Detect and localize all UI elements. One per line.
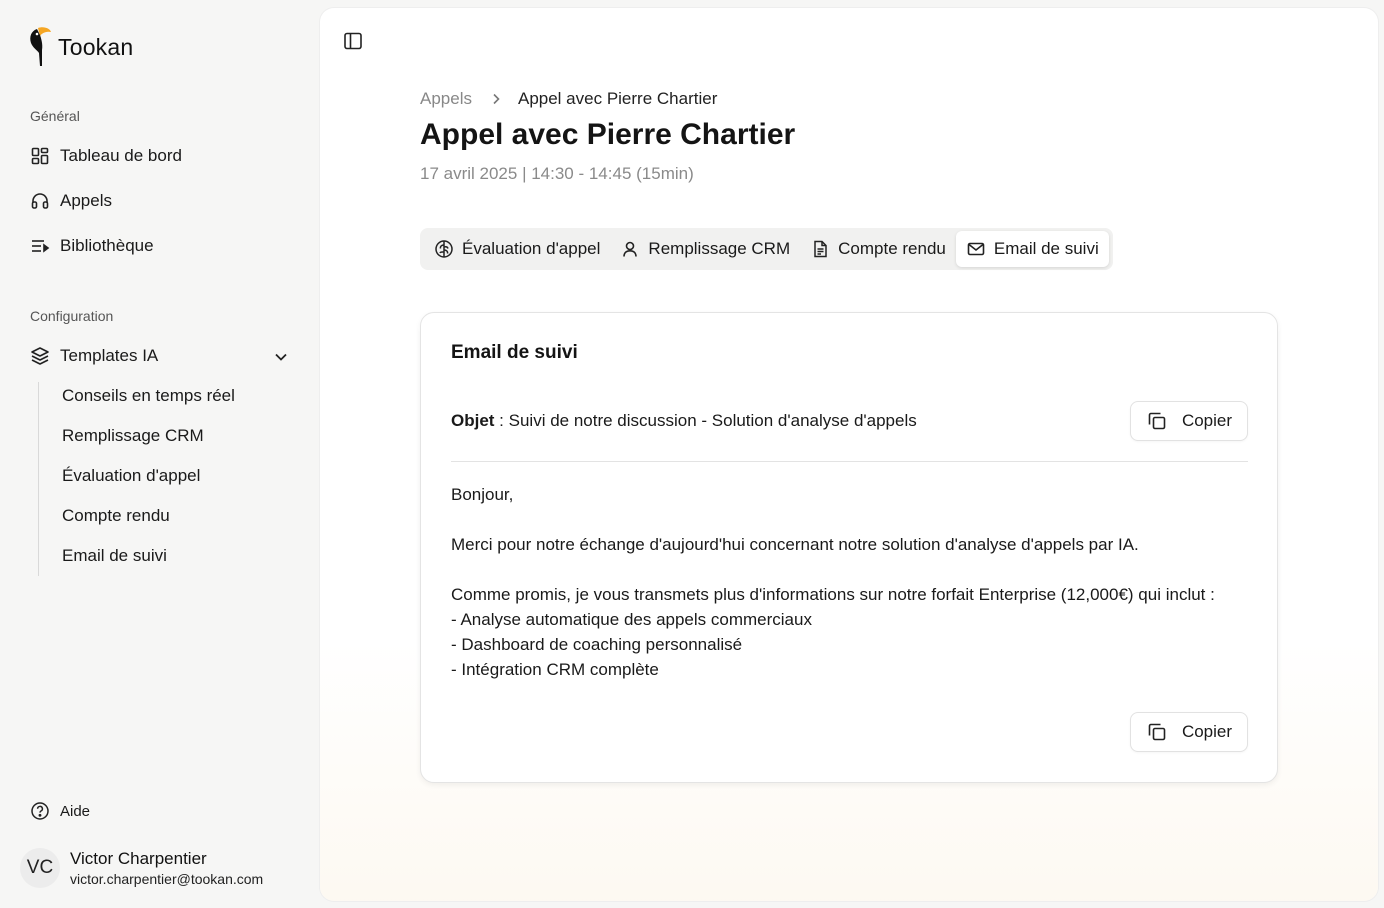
tab-label: Évaluation d'appel	[462, 239, 601, 258]
copy-body-button[interactable]: Copier	[1130, 712, 1248, 752]
user-email: victor.charpentier@tookan.com	[70, 871, 264, 887]
section-label-configuration: Configuration	[30, 308, 114, 324]
tab-label: Email de suivi	[993, 239, 1099, 258]
subject-text: : Suivi de notre discussion - Solution d…	[494, 411, 917, 430]
brain-icon	[435, 240, 453, 258]
email-card-title: Email de suivi	[451, 342, 578, 363]
sidebar-subitem-realtime-advice[interactable]: Conseils en temps réel	[62, 386, 235, 406]
library-icon	[30, 236, 50, 256]
layers-icon	[30, 346, 50, 366]
help-link[interactable]: Aide	[30, 801, 90, 821]
tab-label: Remplissage CRM	[648, 239, 791, 258]
tab-call-evaluation[interactable]: Évaluation d'appel	[424, 231, 610, 267]
sidebar-toggle-icon[interactable]	[342, 30, 364, 52]
email-body-line: Comme promis, je vous transmets plus d'i…	[451, 585, 1215, 604]
divider	[451, 461, 1248, 462]
sidebar-item-dashboard[interactable]: Tableau de bord	[30, 146, 182, 166]
document-icon	[814, 240, 827, 258]
tab-report[interactable]: Compte rendu	[800, 231, 956, 267]
app-logo[interactable]: Tookan	[28, 26, 133, 68]
call-datetime: 17 avril 2025 | 14:30 - 14:45 (15min)	[420, 164, 694, 183]
avatar: VC	[20, 848, 60, 888]
toucan-logo-icon	[30, 27, 51, 66]
user-profile[interactable]: VC Victor Charpentier victor.charpentier…	[20, 848, 263, 888]
email-body-line: - Dashboard de coaching personnalisé	[451, 635, 743, 654]
mail-icon	[967, 242, 985, 256]
copy-subject-button[interactable]: Copier	[1130, 401, 1248, 441]
page-title: Appel avec Pierre Chartier	[420, 118, 796, 151]
email-body-line: Bonjour,	[451, 485, 514, 504]
sidebar-item-label: Templates IA	[60, 346, 159, 365]
copy-label: Copier	[1181, 411, 1233, 430]
tab-bar: Évaluation d'appel Remplissage CRM Compt…	[420, 228, 1113, 270]
email-body-line: Merci pour notre échange d'aujourd'hui c…	[451, 535, 1139, 554]
dashboard-icon	[30, 146, 50, 166]
sidebar-subitem-crm-filling[interactable]: Remplissage CRM	[62, 426, 204, 446]
copy-label: Copier	[1181, 722, 1233, 741]
sidebar-item-label: Bibliothèque	[60, 236, 154, 255]
main-panel: Appels Appel avec Pierre Chartier Appel …	[320, 8, 1378, 901]
subject-label: Objet	[451, 411, 495, 430]
chevron-right-icon	[493, 93, 500, 105]
tab-followup-email[interactable]: Email de suivi	[955, 231, 1109, 267]
breadcrumb: Appels Appel avec Pierre Chartier	[420, 89, 717, 109]
user-name: Victor Charpentier	[70, 849, 207, 868]
email-body-line: - Intégration CRM complète	[451, 660, 659, 679]
tab-label: Compte rendu	[838, 239, 946, 258]
sidebar-item-library[interactable]: Bibliothèque	[30, 236, 154, 256]
breadcrumb-link-calls[interactable]: Appels	[420, 89, 472, 109]
sidebar-item-calls[interactable]: Appels	[30, 191, 112, 211]
sidebar-item-label: Appels	[60, 191, 112, 210]
app-name: Tookan	[58, 33, 134, 60]
tab-crm-filling[interactable]: Remplissage CRM	[610, 231, 800, 267]
email-card: Email de suivi Objet : Suivi de notre di…	[420, 312, 1278, 783]
headset-icon	[30, 191, 50, 211]
section-label-general: Général	[30, 108, 80, 124]
breadcrumb-current: Appel avec Pierre Chartier	[517, 89, 718, 108]
copy-icon	[1148, 723, 1166, 741]
chevron-down-icon[interactable]	[272, 348, 290, 366]
sidebar-item-label: Tableau de bord	[60, 146, 182, 165]
copy-icon	[1148, 412, 1166, 430]
email-subject: Objet : Suivi de notre discussion - Solu…	[451, 411, 917, 431]
user-icon	[623, 241, 638, 257]
submenu-guide-line	[38, 382, 39, 576]
help-label: Aide	[60, 802, 91, 820]
sidebar-subitem-followup-email[interactable]: Email de suivi	[62, 546, 167, 566]
help-circle-icon	[31, 802, 49, 820]
email-body-line: - Analyse automatique des appels commerc…	[451, 610, 812, 629]
sidebar-item-ai-templates[interactable]: Templates IA	[30, 346, 158, 366]
sidebar-subitem-report[interactable]: Compte rendu	[62, 506, 170, 526]
sidebar: Tookan Général Tableau de bord Appels Bi…	[0, 0, 318, 908]
sidebar-subitem-call-evaluation[interactable]: Évaluation d'appel	[62, 466, 200, 486]
